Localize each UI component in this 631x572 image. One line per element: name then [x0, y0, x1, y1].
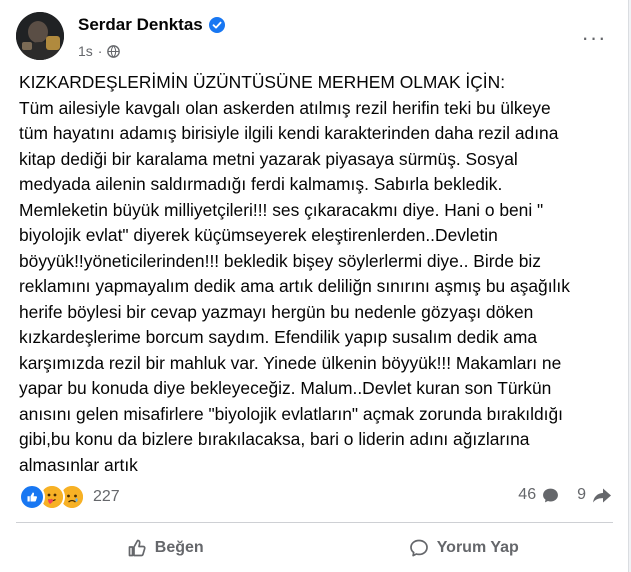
- post-card: Serdar Denktas 1s · ··· KIZKARDEŞLERİMİN…: [0, 0, 629, 572]
- avatar-image: [16, 12, 64, 60]
- post-line: Memleketin büyük milliyetçileri!!! ses ç…: [19, 199, 544, 220]
- author-name[interactable]: Serdar Denktas: [78, 15, 203, 35]
- post-line: karşımızda rezil bir mahluk var. Yinede …: [19, 352, 562, 373]
- share-count-button[interactable]: 9: [577, 486, 612, 504]
- globe-icon[interactable]: [107, 44, 121, 58]
- engagement-stats: 46 9: [518, 486, 612, 504]
- post-line: böyyük!!yöneticilerinden!!! bekledik biş…: [19, 250, 541, 271]
- post-meta: 1s ·: [78, 43, 121, 59]
- author-avatar[interactable]: [16, 12, 64, 60]
- verified-badge-icon: [208, 17, 225, 33]
- comment-label: Yorum Yap: [436, 539, 519, 556]
- post-line: reklamını yapmayalım dedik ama artık del…: [19, 276, 570, 296]
- post-line: kızkardeşlerime borcum saydım. Efendilik…: [19, 327, 538, 347]
- post-line: biyolojik evlat" diyerek küçümseyerek el…: [19, 225, 498, 245]
- more-options-button[interactable]: ···: [576, 20, 612, 56]
- share-arrow-icon: [593, 488, 611, 502]
- author-name-row: Serdar Denktas: [78, 15, 225, 35]
- post-timestamp[interactable]: 1s: [78, 43, 93, 59]
- post-line: almasınlar artık: [19, 454, 138, 475]
- post-line: medyada ailenin saldırmadığı ferdi kalma…: [19, 174, 503, 194]
- share-count: 9: [577, 486, 586, 503]
- like-reaction-icon: [19, 484, 45, 510]
- post-line: kitap dediği bir karalama metni yazarak …: [19, 148, 518, 169]
- post-body: KIZKARDEŞLERİMİN ÜZÜNTÜSÜNE MERHEM OLMAK…: [19, 70, 615, 478]
- post-line: herife böylesi bir cevap yazmayı hergün …: [19, 301, 534, 322]
- post-line: anısını gelen misafirlere "biyolojik evl…: [19, 403, 563, 424]
- reaction-count: 227: [93, 488, 120, 505]
- thumbs-up-icon: [128, 539, 146, 557]
- comment-bubble-icon: [543, 488, 559, 502]
- more-options-icon: ···: [581, 25, 607, 50]
- post-line: gibi,bu konu da bizlere bırakılacaksa, b…: [19, 429, 530, 449]
- reactions-summary[interactable]: 227: [19, 484, 120, 510]
- post-line: Tüm ailesiyle kavgalı olan askerden atıl…: [19, 97, 551, 118]
- post-line: tüm hayatını adamış birisiyle ilgili ken…: [19, 123, 559, 143]
- comment-count-button[interactable]: 46: [518, 486, 559, 504]
- like-button[interactable]: Beğen: [16, 526, 315, 570]
- post-title-line: KIZKARDEŞLERİMİN ÜZÜNTÜSÜNE MERHEM OLMAK…: [19, 72, 506, 92]
- like-label: Beğen: [154, 539, 204, 556]
- post-action-bar: Beğen Yorum Yap: [16, 526, 613, 570]
- action-divider: [16, 522, 613, 523]
- comment-count: 46: [518, 486, 537, 503]
- meta-separator: ·: [97, 43, 103, 59]
- post-line: yapar bu konuda diye bekleyeceğiz. Malum…: [19, 378, 552, 398]
- comment-button[interactable]: Yorum Yap: [315, 526, 614, 570]
- comment-icon: [409, 539, 428, 557]
